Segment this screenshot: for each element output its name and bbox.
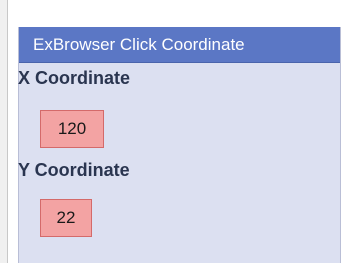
y-coordinate-label: Y Coordinate [18, 160, 130, 180]
y-coordinate-value: 22 [40, 199, 92, 237]
x-coordinate-label: X Coordinate [18, 68, 131, 88]
x-coordinate-value: 120 [40, 110, 104, 148]
panel-title: ExBrowser Click Coordinate [19, 27, 340, 63]
